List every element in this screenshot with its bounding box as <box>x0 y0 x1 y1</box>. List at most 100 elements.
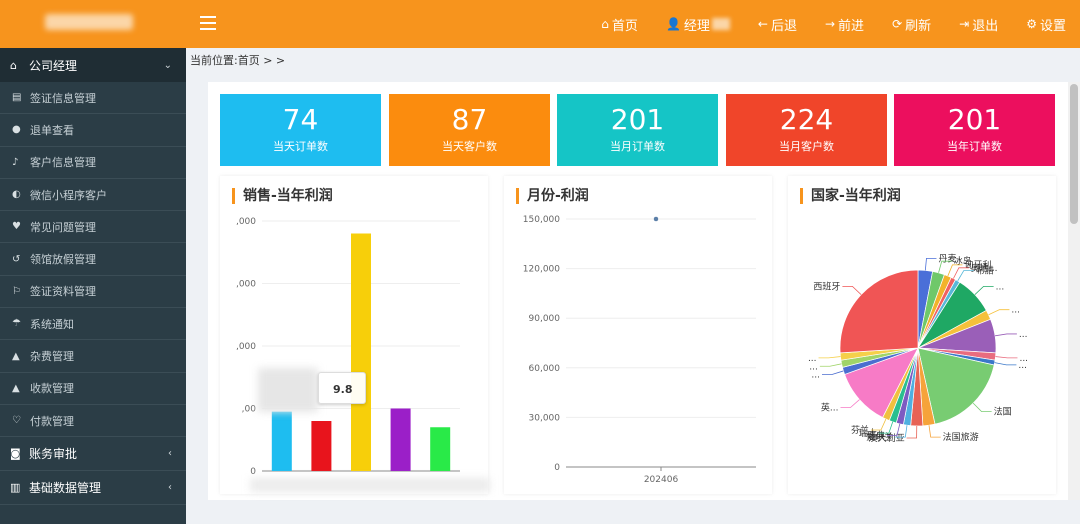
y-tick-label: ,00 <box>242 405 257 415</box>
pie-label: ... <box>1018 361 1027 371</box>
stat-card[interactable]: 201 当年订单数 <box>894 94 1055 166</box>
stat-label: 当年订单数 <box>947 140 1002 153</box>
sidebar-group-label: 公司经理 <box>29 58 78 73</box>
pie-label-line <box>928 425 941 438</box>
y-tick-label: ,000 <box>236 342 256 352</box>
bar <box>311 421 332 471</box>
flag-icon: ⚐ <box>12 285 21 297</box>
sidebar-group-label: 账务审批 <box>29 447 78 462</box>
pie-label-line <box>974 285 994 295</box>
pie-label-line <box>988 309 1010 316</box>
nav-user[interactable]: 👤 经理 <box>652 0 744 48</box>
stat-card[interactable]: 87 当天客户数 <box>389 94 550 166</box>
stat-value: 74 <box>282 103 319 136</box>
sidebar-group-basic-data[interactable]: ▥ 基础数据管理 ‹ <box>0 471 186 506</box>
sidebar-item[interactable]: ◐ 微信小程序客户 <box>0 179 186 212</box>
sidebar-item-label: 退单查看 <box>30 123 74 137</box>
y-tick-label: ,000 <box>236 217 256 227</box>
nav-arrow-right[interactable]: → 前进 <box>811 0 878 48</box>
user-icon: ● <box>12 124 21 136</box>
pie-label: 希腊 <box>976 265 994 277</box>
pie-label-line <box>840 399 860 408</box>
bar <box>271 411 292 471</box>
y-tick-label: ,000 <box>236 280 256 290</box>
pie-label: 法国 <box>994 406 1012 418</box>
stat-value: 87 <box>451 103 488 136</box>
sidebar-item-label: 签证信息管理 <box>30 91 96 105</box>
heart-outline-icon: ♡ <box>12 415 21 427</box>
nav-gears[interactable]: ⚙ 设置 <box>1012 0 1080 48</box>
sidebar-item-label: 签证资料管理 <box>30 285 96 299</box>
nav-refresh[interactable]: ⟳ 刷新 <box>878 0 945 48</box>
stat-label: 当月订单数 <box>610 140 665 153</box>
nav-label: 设置 <box>1039 18 1066 34</box>
sidebar-item[interactable]: ▤ 签证信息管理 <box>0 82 186 115</box>
sidebar-item-label: 客户信息管理 <box>30 156 96 170</box>
warning-icon: ▲ <box>12 382 20 394</box>
month-profit-card: 月份-利润 0 30,000 60,000 90,000 120,000 150,000 2… <box>504 176 772 494</box>
pie-label: 西班牙 <box>813 280 840 292</box>
sidebar-item[interactable]: ☂ 系统通知 <box>0 308 186 341</box>
sidebar-item-label: 系统通知 <box>30 317 74 331</box>
sidebar-item[interactable]: ● 退单查看 <box>0 114 186 147</box>
country-profit-chart: 丹麦冰岛匈牙利奥地...希腊...............法国法国旅游澳大利亚爱… <box>808 252 1028 444</box>
stat-card[interactable]: 201 当月订单数 <box>557 94 718 166</box>
pie-label-line <box>842 285 862 295</box>
car-icon: ◐ <box>12 189 21 201</box>
bell-icon: ♪ <box>12 156 19 168</box>
chevron-left-icon: ‹ <box>168 448 172 460</box>
sidebar-item[interactable]: ♡ 付款管理 <box>0 405 186 438</box>
pie-label-line <box>819 363 842 367</box>
sidebar-item-label: 微信小程序客户 <box>30 188 107 202</box>
pie-label-line <box>924 257 937 271</box>
pie-label-line <box>906 425 918 439</box>
sidebar-item[interactable]: ♥ 常见问题管理 <box>0 211 186 244</box>
x-tick-label: 202406 <box>644 475 679 485</box>
home-icon: ⌂ <box>601 17 609 31</box>
menu-toggle-icon[interactable] <box>200 16 216 30</box>
sidebar-item-label: 付款管理 <box>30 414 74 428</box>
app-logo <box>0 0 186 48</box>
pie-label: ... <box>1011 306 1020 316</box>
redacted-block <box>250 478 490 492</box>
sidebar-group-company-manager[interactable]: ⌂ 公司经理 ⌄ <box>0 48 186 82</box>
pie-label: ... <box>996 282 1005 292</box>
scrollbar-thumb[interactable] <box>1070 84 1078 224</box>
nav-logout[interactable]: ⇥ 退出 <box>945 0 1012 48</box>
refresh-icon: ⟳ <box>892 17 903 31</box>
logout-icon: ⇥ <box>959 17 970 31</box>
sidebar-item[interactable]: ♪ 客户信息管理 <box>0 147 186 179</box>
nav-arrow-left[interactable]: ← 后退 <box>744 0 811 48</box>
sidebar-item[interactable]: ↺ 领馆放假管理 <box>0 243 186 276</box>
pie-slice <box>839 269 919 354</box>
pie-label-line <box>995 356 1018 359</box>
redacted-block <box>258 368 318 412</box>
nav-home[interactable]: ⌂ 首页 <box>587 0 652 48</box>
arrow-left-icon: ← <box>757 17 768 31</box>
nav-label: 经理 <box>683 18 710 34</box>
sidebar-item[interactable]: ▲ 杂费管理 <box>0 340 186 373</box>
warning-icon: ▲ <box>12 350 20 362</box>
pie-label: 法国旅游 <box>943 431 979 443</box>
y-tick-label: 60,000 <box>529 364 561 374</box>
pie-label: ... <box>1019 330 1028 340</box>
sidebar-item[interactable]: ▲ 收款管理 <box>0 373 186 405</box>
sidebar-item[interactable]: ⚐ 签证资料管理 <box>0 276 186 309</box>
nav-label: 刷新 <box>905 18 932 34</box>
sidebar-group-accounting-approval[interactable]: ◙ 账务审批 ‹ <box>0 437 186 472</box>
nav-label: 前进 <box>838 18 865 34</box>
sidebar-item-label: 领馆放假管理 <box>30 253 96 267</box>
sidebar-item-label: 杂费管理 <box>30 350 74 364</box>
y-tick-label: 30,000 <box>529 413 561 423</box>
stat-card[interactable]: 74 当天订单数 <box>220 94 381 166</box>
bar <box>430 427 451 471</box>
stat-card[interactable]: 224 当月客户数 <box>726 94 887 166</box>
top-nav: ⌂ 首页 👤 经理 ← 后退 → 前进 ⟳ 刷新 ⇥ 退出 ⚙ 设置 <box>587 0 1080 48</box>
sales-profit-chart: ,000,000,000,000 <box>236 217 460 477</box>
month-profit-chart: 0 30,000 60,000 90,000 120,000 150,000 202406 <box>523 215 756 485</box>
pie-label-line <box>972 402 992 413</box>
heart-icon: ♥ <box>12 221 21 233</box>
nav-label: 退出 <box>972 18 999 34</box>
stat-value: 224 <box>779 103 834 136</box>
sidebar-item-label: 常见问题管理 <box>30 220 96 234</box>
